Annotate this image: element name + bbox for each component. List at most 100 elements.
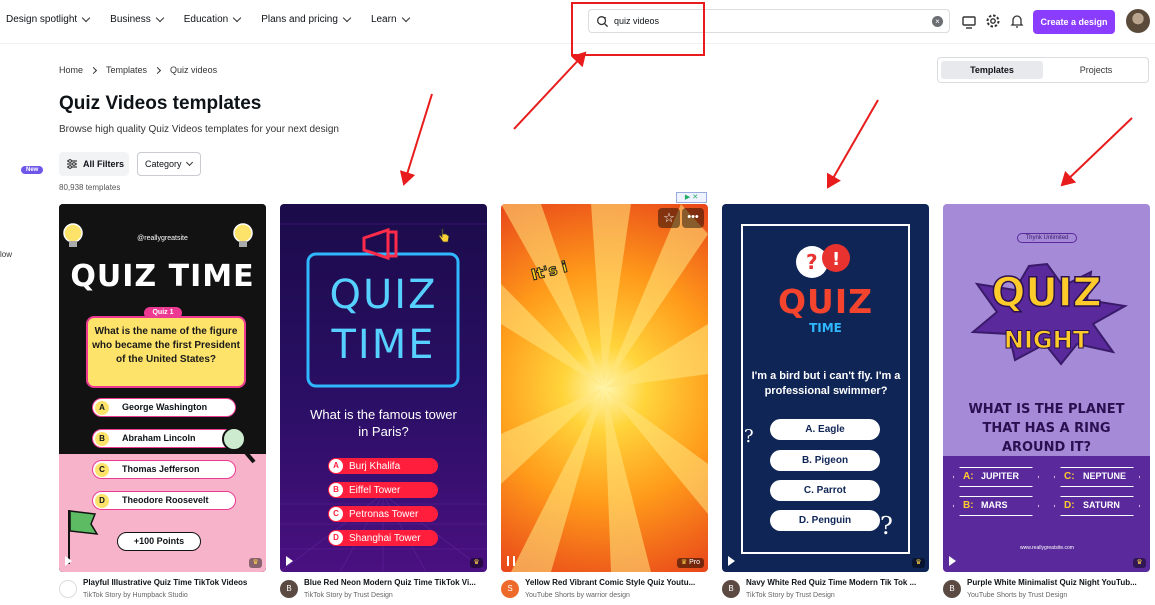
filter-sliders-icon	[67, 159, 77, 169]
breadcrumb-home[interactable]: Home	[59, 65, 83, 75]
nav-label: Design spotlight	[6, 14, 78, 25]
template-card-3[interactable]: It's i ☆ ••• ♛ Pro	[501, 204, 708, 572]
breadcrumb: Home Templates Quiz videos	[59, 65, 217, 75]
tab-projects[interactable]: Projects	[1046, 61, 1146, 79]
chevron-down-icon	[185, 158, 194, 167]
play-icon[interactable]	[728, 556, 735, 566]
nav-label: Business	[110, 14, 151, 25]
card2-opt-d-letter: D	[329, 531, 343, 545]
desktop-icon[interactable]	[961, 14, 977, 30]
card2-title[interactable]: Blue Red Neon Modern Quiz Time TikTok Vi…	[304, 578, 484, 587]
page-title: Quiz Videos templates	[59, 93, 262, 114]
breadcrumb-current: Quiz videos	[170, 65, 218, 75]
nav-design-spotlight[interactable]: Design spotlight	[6, 13, 91, 25]
page-subtitle: Browse high quality Quiz Videos template…	[59, 124, 339, 135]
lightbulb-icon	[63, 223, 83, 247]
chevron-down-icon	[342, 13, 352, 22]
card5-opt-d-letter: D:	[1064, 500, 1075, 511]
crown-premium-icon: ♛	[1133, 558, 1146, 568]
card5-opt-b-letter: B:	[963, 500, 974, 511]
card1-title[interactable]: Playful Illustrative Quiz Time TikTok Vi…	[83, 578, 263, 587]
annotation-highlight-box	[571, 2, 705, 56]
card1-opt-a-letter: A	[95, 401, 109, 415]
nav-label: Learn	[370, 14, 397, 25]
clear-search-icon[interactable]: ×	[932, 16, 943, 27]
card2-heading-2: TIME	[331, 322, 436, 368]
card5-opt-c: NEPTUNE	[1083, 471, 1127, 481]
crown-premium-icon: ♛	[912, 558, 925, 568]
question-mark-decor-icon: ?	[880, 512, 893, 540]
card1-opt-c: Thomas Jefferson	[122, 464, 200, 474]
template-count: 80,938 templates	[59, 183, 121, 192]
card5-question: WHAT IS THE PLANET THAT HAS A RING AROUN…	[968, 402, 1125, 455]
ad-choices-icon[interactable]: ▶ ✕	[676, 192, 707, 203]
card5-creator-avatar: B	[943, 580, 961, 598]
play-icon[interactable]	[286, 556, 293, 566]
card4-creator-avatar: B	[722, 580, 740, 598]
card4-title[interactable]: Navy White Red Quiz Time Modern Tik Tok …	[746, 578, 926, 587]
card4-subtitle: TikTok Story by Trust Design	[746, 592, 835, 599]
card1-opt-b-letter: B	[95, 432, 109, 446]
flag-illustration-icon	[68, 510, 99, 564]
magnifier-illustration-icon	[222, 427, 256, 464]
play-icon[interactable]	[949, 556, 956, 566]
more-options-icon[interactable]: •••	[682, 208, 704, 228]
card2-opt-c-letter: C	[329, 507, 343, 521]
template-card-2[interactable]: QUIZ TIME What is the famous tower in Pa…	[280, 204, 487, 572]
card2-opt-a-letter: A	[329, 459, 343, 473]
nav-learn[interactable]: Learn	[370, 13, 410, 25]
card5-opt-b: MARS	[981, 500, 1008, 510]
template-card-4[interactable]: ?! QUIZ TIME I'm a bird but i can't fly.…	[722, 204, 929, 572]
card4-heading-2: TIME	[809, 321, 842, 335]
all-filters-button[interactable]: All Filters	[59, 152, 129, 176]
settings-gear-icon[interactable]	[985, 13, 1001, 29]
card2-opt-b: Eiffel Tower	[349, 485, 401, 496]
chevron-right-icon	[154, 66, 162, 74]
card4-question: I'm a bird but i can't fly. I'm a profes…	[751, 370, 901, 397]
card5-title[interactable]: Purple White Minimalist Quiz Night YouTu…	[967, 578, 1147, 587]
user-avatar[interactable]	[1126, 9, 1150, 33]
card5-heading-1: QUIZ	[991, 269, 1103, 317]
breadcrumb-templates[interactable]: Templates	[106, 65, 147, 75]
main-nav: Design spotlight Business Education Plan…	[6, 13, 430, 25]
nav-plans-pricing[interactable]: Plans and pricing	[261, 13, 352, 25]
card2-opt-a: Burj Khalifa	[349, 461, 401, 472]
chevron-down-icon	[155, 13, 164, 22]
nav-label: Plans and pricing	[261, 14, 338, 25]
card4-opt-b: B. Pigeon	[770, 450, 880, 471]
pause-icon[interactable]	[507, 556, 515, 566]
card1-opt-b: Abraham Lincoln	[122, 433, 196, 443]
play-icon[interactable]	[65, 556, 72, 566]
card3-subtitle: YouTube Shorts by warrior design	[525, 592, 630, 599]
megaphone-icon	[362, 227, 398, 261]
bell-notification-icon[interactable]	[1009, 13, 1025, 29]
new-badge: New	[21, 166, 44, 174]
card5-opt-a-letter: A:	[963, 471, 974, 482]
template-card-5[interactable]: Thynk Unlimited QUIZ NIGHT WHAT IS THE P…	[943, 204, 1150, 572]
card1-points: +100 Points	[117, 532, 201, 551]
card2-subtitle: TikTok Story by Trust Design	[304, 592, 393, 599]
question-mark-decor-icon: ?	[744, 426, 754, 447]
star-favorite-icon[interactable]: ☆	[658, 208, 680, 228]
card5-opt-d: SATURN	[1083, 500, 1120, 510]
category-label: Category	[145, 159, 182, 169]
nav-business[interactable]: Business	[110, 13, 164, 25]
card4-opt-a: A. Eagle	[770, 419, 880, 440]
card2-heading-1: QUIZ	[329, 272, 438, 318]
create-design-button[interactable]: Create a design	[1033, 10, 1115, 34]
tab-templates[interactable]: Templates	[941, 61, 1043, 79]
card5-brand: Thynk Unlimited	[1017, 233, 1077, 243]
templates-projects-toggle: Templates Projects	[937, 57, 1149, 83]
card1-heading: QUIZ TIME	[70, 259, 255, 294]
card1-subtitle: TikTok Story by Humpback Studio	[83, 592, 188, 599]
card3-creator-avatar: S	[501, 580, 519, 598]
card5-opt-a: JUPITER	[981, 471, 1020, 481]
category-dropdown[interactable]: Category	[137, 152, 201, 176]
template-card-1[interactable]: @reallygreatsite QUIZ TIME Quiz 1 What i…	[59, 204, 266, 572]
card3-title[interactable]: Yellow Red Vibrant Comic Style Quiz Yout…	[525, 578, 705, 587]
card5-subtitle: YouTube Shorts by Trust Design	[967, 592, 1068, 599]
nav-education[interactable]: Education	[184, 13, 242, 25]
card2-opt-d: Shanghai Tower	[349, 533, 421, 544]
sidebar-partial-label: low	[0, 250, 13, 259]
filters-label: All Filters	[83, 159, 125, 169]
